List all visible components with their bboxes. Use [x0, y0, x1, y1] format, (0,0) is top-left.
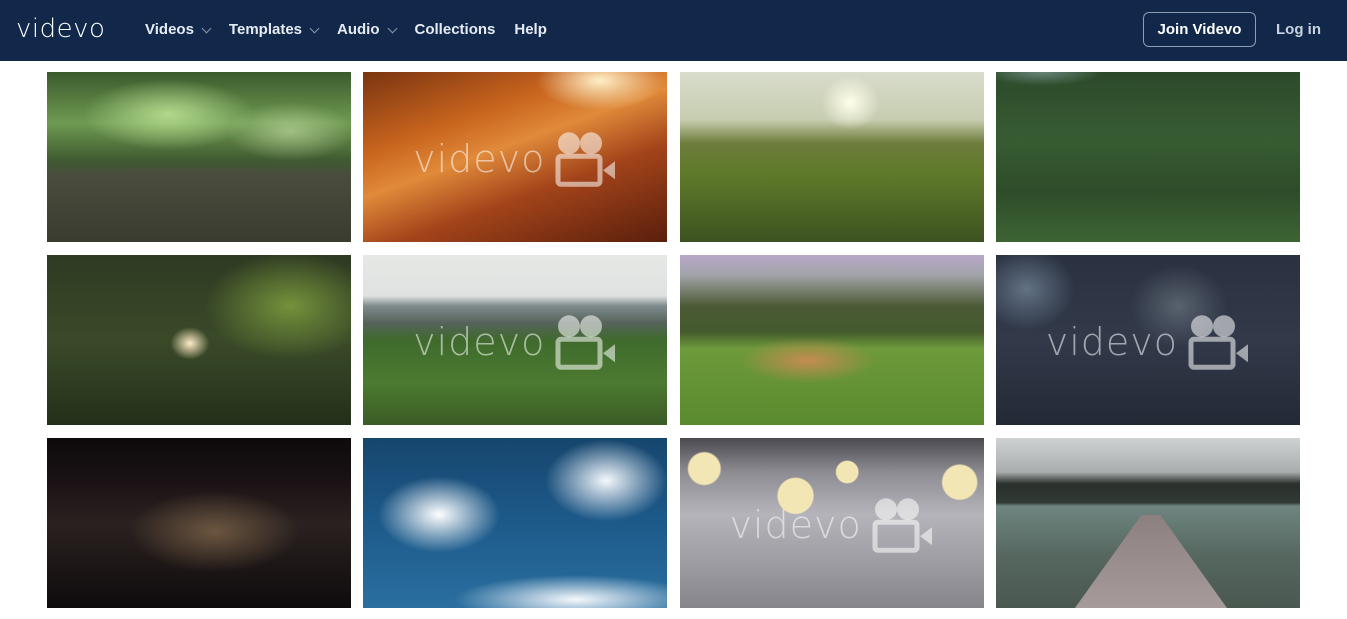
- thumbnail-image: [995, 438, 1300, 608]
- video-thumbnail[interactable]: [47, 255, 351, 425]
- top-navigation-bar: videvo Videos Templates Audio Collection…: [0, 0, 1347, 61]
- video-thumbnail[interactable]: videvo: [679, 438, 984, 608]
- thumbnail-image: [47, 72, 351, 242]
- main-nav: Videos Templates Audio Collections Help: [145, 19, 566, 41]
- video-thumbnail[interactable]: [47, 72, 351, 242]
- nav-videos[interactable]: Videos: [145, 19, 212, 41]
- nav-audio-label: Audio: [337, 21, 380, 38]
- video-thumbnail[interactable]: [679, 72, 984, 242]
- thumbnail-image: [363, 255, 668, 425]
- chevron-down-icon: [309, 23, 320, 33]
- video-thumbnail[interactable]: [995, 438, 1300, 608]
- thumbnail-image: [47, 438, 351, 608]
- pier: [1074, 514, 1227, 608]
- thumbnail-image: [47, 255, 351, 425]
- video-thumbnail[interactable]: [47, 438, 351, 608]
- nav-help[interactable]: Help: [514, 19, 547, 41]
- chevron-down-icon: [387, 23, 397, 33]
- video-thumbnail[interactable]: [363, 438, 668, 608]
- nav-templates[interactable]: Templates: [228, 19, 320, 41]
- nav-collections[interactable]: Collections: [415, 19, 496, 41]
- video-thumbnail-grid: videvo videvo videvo videvo: [47, 72, 1300, 608]
- join-videvo-button[interactable]: Join Videvo: [1143, 12, 1256, 47]
- thumbnail-image: [995, 255, 1300, 425]
- video-thumbnail[interactable]: videvo: [995, 255, 1300, 425]
- thumbnail-image: [679, 72, 984, 242]
- thumbnail-image: [679, 255, 984, 425]
- thumbnail-image: [363, 72, 668, 242]
- thumbnail-image: [995, 72, 1300, 242]
- log-in-link[interactable]: Log in: [1276, 19, 1321, 41]
- videvo-logo[interactable]: videvo: [16, 12, 105, 46]
- nav-help-label: Help: [514, 21, 547, 38]
- video-thumbnail[interactable]: [995, 72, 1300, 242]
- nav-audio[interactable]: Audio: [337, 19, 397, 41]
- nav-videos-label: Videos: [145, 21, 194, 38]
- video-thumbnail[interactable]: videvo: [363, 72, 668, 242]
- chevron-down-icon: [201, 23, 212, 33]
- video-thumbnail[interactable]: [679, 255, 984, 425]
- thumbnail-image: [679, 438, 984, 608]
- thumbnail-image: [363, 438, 668, 608]
- nav-collections-label: Collections: [414, 21, 496, 38]
- nav-templates-label: Templates: [228, 21, 303, 38]
- video-thumbnail[interactable]: videvo: [363, 255, 668, 425]
